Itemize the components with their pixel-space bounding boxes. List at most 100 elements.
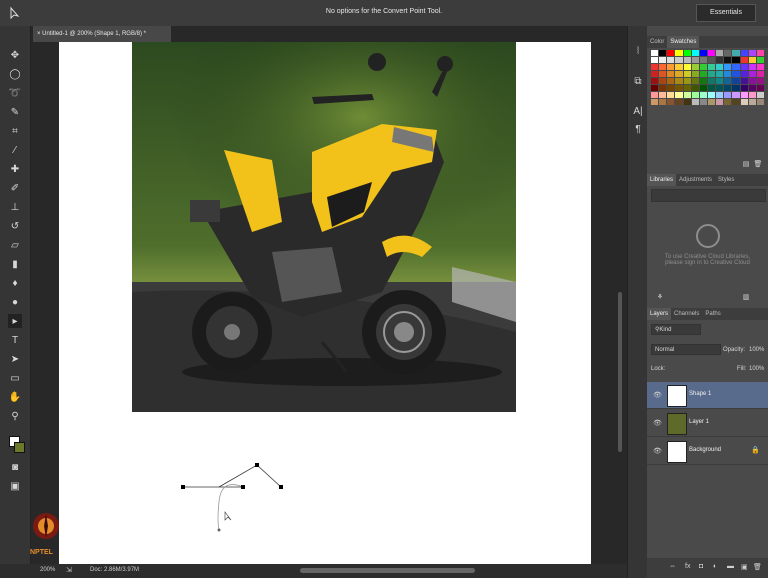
convert-point-cursor-icon xyxy=(224,511,232,521)
document-tab-bar: × Untitled-1 @ 200% (Shape 1, RGB/8) * xyxy=(31,26,627,42)
vertical-scrollbar[interactable] xyxy=(618,292,622,452)
horizontal-scrollbar[interactable] xyxy=(300,568,475,573)
eraser-tool-icon[interactable]: ▱ xyxy=(8,238,22,252)
delete-swatch-icon[interactable]: 🗑 xyxy=(751,157,765,171)
layer-filter-kind[interactable]: ⚲Kind xyxy=(651,324,701,335)
hand-tool-icon[interactable]: ✋ xyxy=(8,390,22,404)
motorcycle-image xyxy=(132,42,516,412)
status-menu-icon[interactable]: ⇲ xyxy=(66,566,72,574)
anchor-point[interactable] xyxy=(255,463,259,467)
adjustment-layer-icon[interactable]: ◐ xyxy=(713,563,717,570)
tab-channels[interactable]: Channels xyxy=(671,308,702,320)
zoom-tool-icon[interactable]: ⚲ xyxy=(8,409,22,423)
canvas-area[interactable] xyxy=(31,42,627,564)
path-select-icon[interactable]: ➤ xyxy=(8,352,22,366)
history-brush-icon[interactable]: ↺ xyxy=(8,219,22,233)
link-layers-icon[interactable]: ⇔ xyxy=(669,563,676,570)
dodge-tool-icon[interactable]: ● xyxy=(8,295,22,309)
tab-layers[interactable]: Layers xyxy=(647,308,672,320)
opacity-label: Opacity: xyxy=(723,347,746,353)
workspace-switcher[interactable]: Essentials xyxy=(696,4,756,22)
rectangle-tool-icon[interactable]: ▭ xyxy=(8,371,22,385)
anchor-point[interactable] xyxy=(241,485,245,489)
layer-row[interactable]: 👁 Shape 1 xyxy=(647,382,768,409)
nptel-logo: NPTEL xyxy=(30,508,62,556)
motorcycle-photo xyxy=(132,42,516,412)
clone-stamp-icon[interactable]: ⊥ xyxy=(8,200,22,214)
character-panel-icon[interactable]: A| xyxy=(631,104,645,118)
group-icon[interactable]: ▬ xyxy=(727,563,734,570)
properties-panel-icon[interactable]: ⧉ xyxy=(631,74,645,88)
lock-icon: 🔒 xyxy=(751,447,760,454)
move-tool-icon[interactable]: ✥ xyxy=(8,48,22,62)
mask-icon[interactable]: ◘ xyxy=(699,563,703,570)
blur-tool-icon[interactable]: ♦ xyxy=(8,276,22,290)
layers-footer: ⇔ fx ◘ ◐ ▬ ▣ 🗑 xyxy=(647,558,768,578)
creative-cloud-message: To use Creative Cloud Libraries, please … xyxy=(647,206,768,286)
lasso-tool-icon[interactable]: ➰ xyxy=(8,86,22,100)
quick-mask-icon[interactable]: ◙ xyxy=(8,460,22,474)
fill-value[interactable]: 100% xyxy=(749,366,764,372)
eyedropper-tool-icon[interactable]: ⁄ xyxy=(8,143,22,157)
toolbox: ✥ ◯ ➰ ✎ ⌗ ⁄ ✚ ✐ ⊥ ↺ ▱ ▮ ♦ ● ▸ T ➤ ▭ ✋ ⚲ … xyxy=(0,26,31,564)
fx-icon[interactable]: fx xyxy=(685,563,690,570)
new-layer-icon[interactable]: ▣ xyxy=(741,563,748,571)
opacity-value[interactable]: 100% xyxy=(749,347,764,353)
library-add-icon[interactable]: ⚘ xyxy=(653,290,667,304)
libraries-signin-text: To use Creative Cloud Libraries, please … xyxy=(664,254,751,266)
tab-adjustments[interactable]: Adjustments xyxy=(676,174,715,186)
anchor-point[interactable] xyxy=(181,485,185,489)
layer-thumbnail xyxy=(667,441,687,463)
brush-tool-icon[interactable]: ✐ xyxy=(8,181,22,195)
layer-name: Shape 1 xyxy=(689,391,712,397)
marquee-tool-icon[interactable]: ◯ xyxy=(8,67,22,81)
tab-styles[interactable]: Styles xyxy=(715,174,737,186)
nptel-label: NPTEL xyxy=(30,549,53,556)
library-select[interactable] xyxy=(651,189,766,202)
type-tool-icon[interactable]: T xyxy=(8,333,22,347)
tab-swatches[interactable]: Swatches xyxy=(667,36,700,48)
tab-color[interactable]: Color xyxy=(647,36,667,48)
document-tab[interactable]: × Untitled-1 @ 200% (Shape 1, RGB/8) * xyxy=(33,26,171,42)
tab-libraries[interactable]: Libraries xyxy=(647,174,677,186)
layers-panel-tabs: Layers Channels Paths xyxy=(647,308,768,320)
right-panels: Color Swatches ▤ 🗑 Libraries Adjustments St… xyxy=(647,26,768,578)
gradient-tool-icon[interactable]: ▮ xyxy=(8,257,22,271)
color-panel-tabs: Color Swatches xyxy=(647,36,768,48)
trash-icon[interactable]: 🗑 xyxy=(753,563,762,571)
options-bar: No options for the Convert Point Tool. E… xyxy=(0,0,768,27)
panel-icon-strip: ⦚ ⧉ A| ¶ xyxy=(627,26,648,578)
eye-icon[interactable]: 👁 xyxy=(653,447,662,455)
creative-cloud-icon xyxy=(695,224,720,248)
anchor-point[interactable] xyxy=(279,485,283,489)
document-canvas[interactable] xyxy=(59,42,591,564)
zoom-level[interactable]: 200% xyxy=(40,567,55,573)
lock-label: Lock: xyxy=(651,366,666,372)
pen-path[interactable] xyxy=(177,460,287,535)
layer-name: Layer 1 xyxy=(689,419,710,425)
library-view-icon[interactable]: ▥ xyxy=(739,290,753,304)
swatches-grid[interactable] xyxy=(651,50,765,150)
layer-row[interactable]: 👁 Background 🔒 xyxy=(647,438,768,465)
background-color-swatch[interactable] xyxy=(14,442,25,453)
options-message: No options for the Convert Point Tool. xyxy=(325,8,443,15)
screen-mode-icon[interactable]: ▣ xyxy=(8,479,22,493)
layer-row[interactable]: 👁 Layer 1 xyxy=(647,410,768,437)
libraries-panel-tabs: Libraries Adjustments Styles xyxy=(647,174,768,186)
status-bar: 200% ⇲ Doc: 2.86M/3.97M xyxy=(0,564,627,578)
filter-kind-label: Kind xyxy=(659,327,672,333)
eye-icon[interactable]: 👁 xyxy=(653,419,662,427)
history-panel-icon[interactable]: ⦚ xyxy=(631,44,645,58)
layer-thumbnail xyxy=(667,385,687,407)
blend-mode-select[interactable]: Normal xyxy=(651,344,721,355)
eye-icon[interactable]: 👁 xyxy=(653,391,662,399)
pen-tool-icon[interactable]: ▸ xyxy=(8,314,22,328)
document-tab-label: Untitled-1 @ 200% (Shape 1, RGB/8) * xyxy=(42,31,146,37)
anchor-point[interactable] xyxy=(217,528,221,532)
healing-brush-icon[interactable]: ✚ xyxy=(8,162,22,176)
tab-paths[interactable]: Paths xyxy=(702,308,723,320)
quick-select-tool-icon[interactable]: ✎ xyxy=(8,105,22,119)
crop-tool-icon[interactable]: ⌗ xyxy=(8,124,22,138)
doc-size: Doc: 2.86M/3.97M xyxy=(90,567,140,573)
paragraph-panel-icon[interactable]: ¶ xyxy=(631,122,645,136)
